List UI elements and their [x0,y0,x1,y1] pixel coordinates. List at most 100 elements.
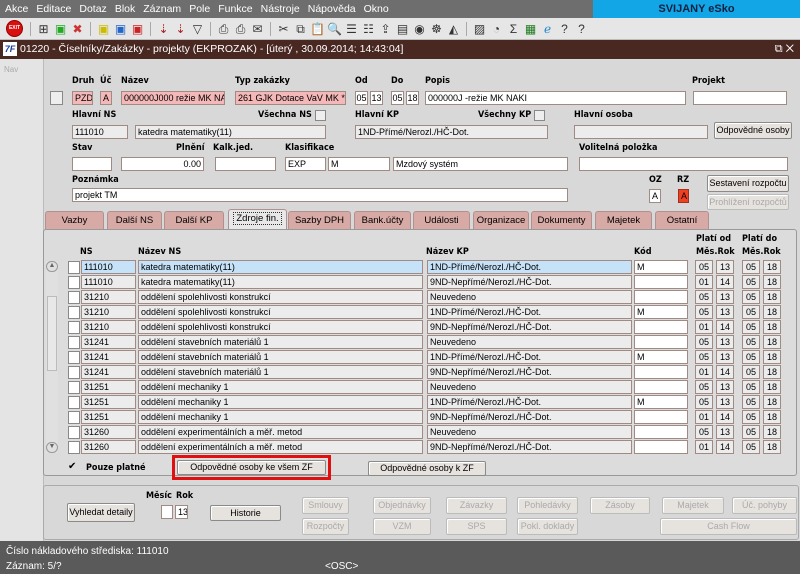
globe-icon[interactable]: ◉ [412,21,427,37]
cell-do-rok[interactable]: 18 [763,410,781,424]
mail-icon[interactable]: ✉ [250,21,265,37]
stav-field[interactable] [72,157,112,171]
cell-do-mesic[interactable]: 05 [742,320,760,334]
cell-ns[interactable]: 31210 [81,305,136,319]
cell-od-mesic[interactable]: 01 [695,410,713,424]
cell-od-rok[interactable]: 13 [716,260,734,274]
hlavni-osoba-field[interactable] [574,125,708,139]
cell-do-rok[interactable]: 18 [763,380,781,394]
cell-od-rok[interactable]: 13 [716,380,734,394]
klasifikace-1-field[interactable]: EXP [285,157,326,171]
menu-5[interactable]: Pole [184,0,213,15]
cell-kod[interactable] [634,410,688,424]
cell-ns[interactable]: 31210 [81,290,136,304]
cell-do-mesic[interactable]: 05 [742,395,760,409]
document-icon[interactable]: ▤ [395,21,410,37]
cell-nazev-ns[interactable]: oddělení stavebních materiálů 1 [138,335,423,349]
cell-nazev-kp[interactable]: 1ND-Přímé/Nerozl./HČ-Dot. [427,350,632,364]
kalk-jed-field[interactable] [215,157,276,171]
cell-ns[interactable]: 31251 [81,395,136,409]
cell-nazev-ns[interactable]: oddělení experimentálních a měř. metod [138,425,423,439]
detail-button2-1[interactable]: VZM [373,518,431,535]
save-yellow-icon[interactable]: ▣ [96,21,111,37]
plneni-field[interactable]: 0.00 [121,157,204,171]
popis-field[interactable]: 000000J -režie MK NAKI [425,91,686,105]
vsechny-kp-checkbox[interactable] [534,110,545,121]
do-mesic-field[interactable]: 05 [391,91,404,105]
cell-nazev-ns[interactable]: oddělení stavebních materiálů 1 [138,365,423,379]
row-checkbox[interactable] [68,261,80,274]
cell-do-mesic[interactable]: 05 [742,410,760,424]
mesic-field[interactable] [161,505,173,519]
exit-icon[interactable]: EXIT [6,20,23,37]
cell-ns[interactable]: 111010 [81,275,136,289]
cell-do-mesic[interactable]: 05 [742,275,760,289]
row-checkbox[interactable] [68,291,80,304]
prohlizeni-rozpoctu-button[interactable]: Prohlížení rozpočtů [707,194,789,210]
cell-do-mesic[interactable]: 05 [742,335,760,349]
cell-do-mesic[interactable]: 05 [742,425,760,439]
vyhledat-detaily-button[interactable]: Vyhledat detaily [67,503,135,522]
cell-kod[interactable] [634,440,688,454]
row-checkbox[interactable] [68,276,80,289]
cell-do-rok[interactable]: 18 [763,290,781,304]
detail-button-5[interactable]: Majetek [662,497,724,514]
cell-do-rok[interactable]: 18 [763,305,781,319]
cell-kod[interactable]: M [634,395,688,409]
wheel-icon[interactable]: ☸ [429,21,444,37]
cell-od-rok[interactable]: 13 [716,350,734,364]
od-rok-field[interactable]: 13 [370,91,383,105]
cell-ns[interactable]: 31251 [81,410,136,424]
filter-icon[interactable]: ▽ [190,21,205,37]
cell-nazev-ns[interactable]: oddělení spolehlivosti konstrukcí [138,320,423,334]
cell-od-mesic[interactable]: 05 [695,305,713,319]
detail-button-2[interactable]: Závazky [446,497,507,514]
row-checkbox[interactable] [68,366,80,379]
cell-nazev-ns[interactable]: oddělení spolehlivosti konstrukcí [138,290,423,304]
cell-do-rok[interactable]: 18 [763,320,781,334]
save-red-icon[interactable]: ▣ [130,21,145,37]
cell-od-rok[interactable]: 13 [716,395,734,409]
close-icon[interactable]: ✕ [786,43,794,55]
hlavni-ns-field[interactable]: 111010 [72,125,128,139]
cell-do-mesic[interactable]: 05 [742,350,760,364]
cell-nazev-kp[interactable]: Neuvedeno [427,290,632,304]
insert-icon[interactable]: ⊞ [36,21,51,37]
save-green-icon[interactable]: ▣ [53,21,68,37]
cell-nazev-kp[interactable]: 1ND-Přímé/Nerozl./HČ-Dot. [427,305,632,319]
cell-nazev-kp[interactable]: 9ND-Nepřímé/Nerozl./HČ-Dot. [427,410,632,424]
cell-nazev-kp[interactable]: Neuvedeno [427,380,632,394]
detail-button-4[interactable]: Zásoby [590,497,650,514]
cell-od-mesic[interactable]: 05 [695,335,713,349]
find-icon[interactable]: 🔍 [327,21,342,37]
menu-4[interactable]: Záznam [138,0,184,15]
volitelna-polozka-field[interactable] [579,157,788,171]
cell-nazev-kp[interactable]: 9ND-Nepřímé/Nerozl./HČ-Dot. [427,320,632,334]
cell-od-rok[interactable]: 14 [716,320,734,334]
cell-od-rok[interactable]: 13 [716,290,734,304]
row-checkbox[interactable] [68,396,80,409]
cell-kod[interactable] [634,425,688,439]
sestaveni-rozpoctu-button[interactable]: Sestavení rozpočtu [707,175,789,192]
cell-od-mesic[interactable]: 01 [695,365,713,379]
projekt-field[interactable] [693,91,787,105]
hlavni-ns-nazev-field[interactable]: katedra matematiky(11) [135,125,326,139]
cell-od-rok[interactable]: 14 [716,275,734,289]
cell-nazev-ns[interactable]: oddělení experimentálních a měř. metod [138,440,423,454]
cell-nazev-kp[interactable]: Neuvedeno [427,425,632,439]
row-checkbox[interactable] [68,336,80,349]
sum-icon[interactable]: Σ [506,21,521,37]
cell-od-mesic[interactable]: 05 [695,260,713,274]
cut-icon[interactable]: ✂ [276,21,291,37]
row-checkbox[interactable] [68,411,80,424]
uc-field[interactable]: A [100,91,112,105]
row-checkbox[interactable] [68,426,80,439]
cell-nazev-ns[interactable]: oddělení mechaniky 1 [138,410,423,424]
cell-do-mesic[interactable]: 05 [742,365,760,379]
graph-icon[interactable]: ◔ [489,21,504,37]
row-checkbox[interactable] [68,441,80,454]
menu-2[interactable]: Dotaz [74,0,109,15]
detail-button2-0[interactable]: Rozpočty [302,518,349,535]
help-users-icon[interactable]: ? [557,21,572,37]
hlavni-kp-field[interactable]: 1ND-Přímé/Nerozl./HČ-Dot. [355,125,548,139]
